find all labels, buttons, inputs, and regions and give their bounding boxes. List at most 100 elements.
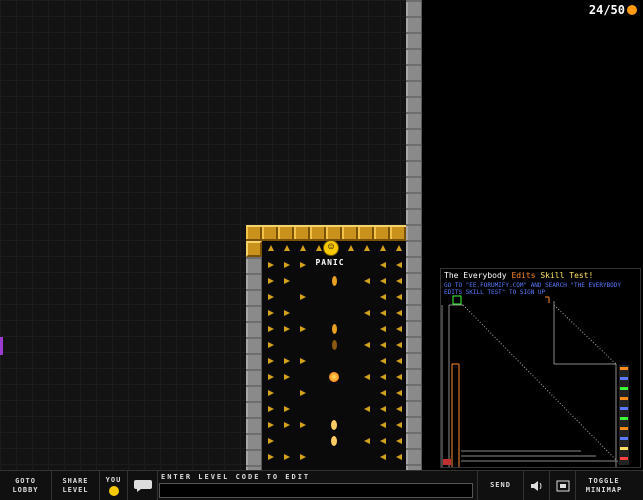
arrow-left-tile xyxy=(396,422,402,428)
arrow-left-tile xyxy=(380,310,386,316)
chat-bubble-icon xyxy=(133,479,152,492)
chat-button[interactable] xyxy=(128,471,158,500)
arrow-right-tile xyxy=(284,454,290,460)
arrow-up-tile xyxy=(268,245,274,251)
arrow-right-tile xyxy=(284,358,290,364)
send-button[interactable]: SEND xyxy=(478,471,524,500)
arrow-left-tile xyxy=(364,374,370,380)
arrow-left-tile xyxy=(396,262,402,268)
arrow-left-tile xyxy=(380,390,386,396)
goto-lobby-label-2: LOBBY xyxy=(12,485,39,494)
coin xyxy=(331,436,337,446)
arrow-right-tile xyxy=(300,294,306,300)
goto-lobby-label-1: GOTO xyxy=(15,476,36,485)
arrow-left-tile xyxy=(396,294,402,300)
arrow-right-tile xyxy=(268,262,274,268)
chat-area: ENTER LEVEL CODE TO EDIT xyxy=(158,471,478,500)
coin xyxy=(331,420,337,430)
arrow-right-tile xyxy=(284,262,290,268)
arrow-left-tile xyxy=(380,406,386,412)
arrow-right-tile xyxy=(268,422,274,428)
arrow-left-tile xyxy=(380,374,386,380)
arrow-right-tile xyxy=(268,342,274,348)
you-label: YOU xyxy=(105,475,122,484)
purple-block xyxy=(0,337,3,355)
arrow-left-tile xyxy=(396,342,402,348)
smiley-icon xyxy=(108,485,119,496)
arrow-right-tile xyxy=(300,390,306,396)
arrow-right-tile xyxy=(284,406,290,412)
chat-input[interactable] xyxy=(159,483,473,498)
coin xyxy=(332,276,337,286)
arrow-right-tile xyxy=(268,374,274,380)
arrow-right-tile xyxy=(284,310,290,316)
coin xyxy=(332,324,337,334)
arrow-left-tile xyxy=(380,358,386,364)
toggle-minimap-label-2: MINIMAP xyxy=(585,485,623,494)
arrow-right-tile xyxy=(300,326,306,332)
goto-lobby-button[interactable]: GOTO LOBBY xyxy=(0,471,52,500)
arrow-right-tile xyxy=(268,294,274,300)
arrow-left-tile xyxy=(364,310,370,316)
share-level-button[interactable]: SHARE LEVEL xyxy=(52,471,100,500)
arrow-right-tile xyxy=(268,278,274,284)
send-label: SEND xyxy=(490,481,511,489)
game-world[interactable]: ☺ PANIC xyxy=(0,0,422,470)
fullscreen-button[interactable] xyxy=(550,471,576,500)
sound-button[interactable] xyxy=(524,471,550,500)
arrow-left-tile xyxy=(396,278,402,284)
arrow-right-tile xyxy=(284,278,290,284)
coin xyxy=(329,372,339,382)
coin-counter: 24/50 xyxy=(589,3,637,17)
arrow-left-tile xyxy=(380,278,386,284)
arrow-right-tile xyxy=(284,422,290,428)
arrow-right-tile xyxy=(268,326,274,332)
player-name: PANIC xyxy=(315,258,345,267)
arrow-up-tile xyxy=(300,245,306,251)
arrow-up-tile xyxy=(364,245,370,251)
arrow-right-tile xyxy=(284,326,290,332)
arrow-left-tile xyxy=(364,438,370,444)
arrow-left-tile xyxy=(364,342,370,348)
stone-wall-right xyxy=(406,0,422,470)
arrow-right-tile xyxy=(268,310,274,316)
arrow-up-tile xyxy=(348,245,354,251)
arrow-right-tile xyxy=(300,422,306,428)
minimap-map xyxy=(441,295,629,467)
arrow-right-tile xyxy=(284,374,290,380)
bottom-toolbar: GOTO LOBBY SHARE LEVEL YOU ENTER LEVEL C… xyxy=(0,470,643,500)
gold-block-row xyxy=(246,225,406,241)
arrow-right-tile xyxy=(268,406,274,412)
arrow-right-tile xyxy=(300,262,306,268)
arrow-left-tile xyxy=(380,342,386,348)
arrow-left-tile xyxy=(380,294,386,300)
toggle-minimap-button[interactable]: TOGGLE MINIMAP xyxy=(576,471,632,500)
arrow-left-tile xyxy=(380,422,386,428)
arrow-left-tile xyxy=(364,406,370,412)
arrow-left-tile xyxy=(396,406,402,412)
coin-count: 24/50 xyxy=(588,3,625,17)
arrow-left-tile xyxy=(396,358,402,364)
arrow-up-tile xyxy=(396,245,402,251)
toggle-minimap-label-1: TOGGLE xyxy=(588,476,620,485)
fullscreen-icon xyxy=(556,480,569,491)
minimap[interactable]: The Everybody Edits Skill Test! GO TO "E… xyxy=(440,268,641,468)
coin-icon xyxy=(627,5,637,15)
you-smiley-button[interactable]: YOU xyxy=(100,471,128,500)
arrow-right-tile xyxy=(300,454,306,460)
arrow-up-tile xyxy=(284,245,290,251)
stone-wall-left xyxy=(246,257,262,470)
arrow-left-tile xyxy=(396,374,402,380)
share-level-label-1: SHARE xyxy=(62,476,89,485)
arrow-right-tile xyxy=(300,358,306,364)
player-smiley: ☺ xyxy=(323,240,339,256)
arrow-left-tile xyxy=(396,390,402,396)
arrow-left-tile xyxy=(380,438,386,444)
arrow-up-tile xyxy=(380,245,386,251)
gold-block xyxy=(246,241,262,257)
share-level-label-2: LEVEL xyxy=(62,485,89,494)
arrow-left-tile xyxy=(396,326,402,332)
arrow-left-tile xyxy=(396,438,402,444)
arrow-right-tile xyxy=(268,454,274,460)
arrow-right-tile xyxy=(268,390,274,396)
